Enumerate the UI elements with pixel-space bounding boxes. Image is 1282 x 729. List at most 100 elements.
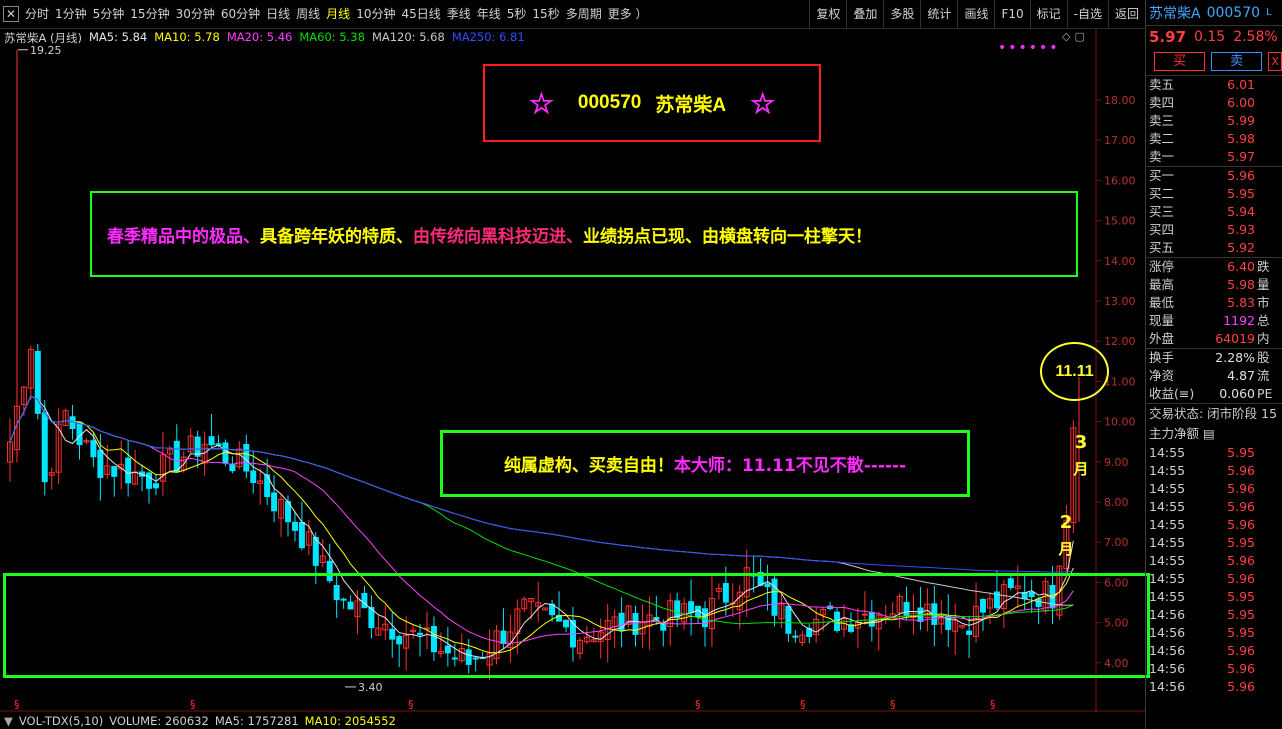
quote-row-value: 5.99 bbox=[1227, 113, 1255, 128]
quote-row: 买三 5.94 bbox=[1146, 203, 1282, 221]
disclaimer-part: 本大师：11.11不见不散------ bbox=[673, 456, 907, 476]
period-tab[interactable]: 5分钟 bbox=[90, 0, 128, 29]
period-tab[interactable]: 周线 bbox=[293, 0, 323, 29]
tick-time: 14:56 bbox=[1149, 607, 1186, 622]
month-2-number: 2 bbox=[1059, 512, 1073, 533]
volume-indicator-item: MA5: 1757281 bbox=[214, 713, 299, 728]
quote-row: 卖一 5.97 bbox=[1146, 148, 1282, 166]
candle-body bbox=[250, 470, 257, 483]
tick-price: 5.95 bbox=[1227, 535, 1255, 550]
title-box: ☆ 000570 苏常柴A ☆ bbox=[483, 64, 821, 142]
toolbar-action-button[interactable]: -自选 bbox=[1066, 0, 1108, 29]
buy-button[interactable]: 买 bbox=[1154, 52, 1206, 71]
quote-row-label: 最高 bbox=[1149, 277, 1175, 292]
close-trade-button[interactable]: X bbox=[1268, 52, 1282, 71]
period-tab[interactable]: 季线 bbox=[444, 0, 474, 29]
tick-row: 14:55 5.96 bbox=[1146, 570, 1282, 588]
period-tab[interactable]: 15秒 bbox=[529, 0, 562, 29]
period-tab[interactable]: 日线 bbox=[263, 0, 293, 29]
quote-row: 最低 5.83 市 bbox=[1146, 294, 1282, 312]
tick-time: 14:55 bbox=[1149, 517, 1186, 532]
period-tab[interactable]: 多周期 bbox=[563, 0, 605, 29]
title-code: 000570 bbox=[577, 92, 642, 113]
quote-price-row: 5.97 0.15 2.58% bbox=[1146, 26, 1282, 48]
main-flow-label: 主力净额 bbox=[1149, 426, 1200, 441]
main-flow-header[interactable]: 主力净额 ▤ bbox=[1146, 424, 1282, 444]
toolbar-action-button[interactable]: 统计 bbox=[920, 0, 957, 29]
candle-body bbox=[76, 421, 83, 446]
tick-price: 5.96 bbox=[1227, 481, 1255, 496]
toolbar-action-button[interactable]: 画线 bbox=[957, 0, 994, 29]
toolbar-action-button[interactable]: 叠加 bbox=[846, 0, 883, 29]
period-tab[interactable]: 60分钟 bbox=[218, 0, 263, 29]
tick-price: 5.95 bbox=[1227, 607, 1255, 622]
volume-indicator-bar: ▼ VOL-TDX(5,10) VOLUME: 260632 MA5: 175728… bbox=[0, 712, 1145, 729]
quote-code-suffix: L bbox=[1266, 7, 1272, 18]
last-price: 5.97 bbox=[1149, 28, 1187, 46]
price-change-pct: 2.58% bbox=[1233, 29, 1278, 45]
period-tab[interactable]: 15分钟 bbox=[127, 0, 172, 29]
quote-row-label: 收益(≡) bbox=[1149, 386, 1195, 401]
period-tab[interactable]: 10分钟 bbox=[353, 0, 398, 29]
consolidation-box bbox=[3, 573, 1150, 678]
quote-stats: 涨停 6.40 跌最高 5.98 量最低 5.83 市现量 1192 总外盘 64019 内 bbox=[1146, 258, 1282, 348]
candle-body bbox=[298, 521, 305, 549]
period-tab[interactable]: 月线 bbox=[323, 0, 353, 29]
quote-row-label: 现量 bbox=[1149, 313, 1175, 328]
quote-row: 现量 1192 总 bbox=[1146, 312, 1282, 330]
tick-time: 14:55 bbox=[1149, 571, 1186, 586]
tick-time: 14:56 bbox=[1149, 643, 1186, 658]
slogan-part: 春季精品中的极品、 bbox=[107, 226, 260, 247]
price-axis-label: 16.00 bbox=[1104, 174, 1136, 187]
quote-row-value: 5.83 bbox=[1227, 295, 1255, 310]
quote-row-label: 卖四 bbox=[1149, 95, 1175, 110]
period-tab[interactable]: 5秒 bbox=[504, 0, 530, 29]
period-tab[interactable]: 45日线 bbox=[398, 0, 443, 29]
period-tab[interactable]: 1分钟 bbox=[52, 0, 90, 29]
volume-indicator-item: MA10: 2054552 bbox=[304, 713, 396, 728]
quote-row: 收益(≡) 0.060 PE bbox=[1146, 385, 1282, 403]
period-tab[interactable]: 30分钟 bbox=[173, 0, 218, 29]
toolbar-action-button[interactable]: 标记 bbox=[1029, 0, 1067, 29]
toolbar-action-button[interactable]: 返回 bbox=[1107, 0, 1145, 29]
toolbar-actions: 复权 叠加 多股 统计 画线 F10 标记 -自选 返回 bbox=[809, 0, 1145, 29]
candle-body bbox=[243, 444, 250, 472]
period-tab[interactable]: 更多 ） bbox=[605, 0, 651, 29]
quote-row: 买四 5.93 bbox=[1146, 221, 1282, 239]
tick-price: 5.95 bbox=[1227, 445, 1255, 460]
tick-row: 14:55 5.96 bbox=[1146, 552, 1282, 570]
price-change: 0.15 bbox=[1194, 29, 1226, 45]
tick-row: 14:56 5.95 bbox=[1146, 624, 1282, 642]
quote-row: 买五 5.92 bbox=[1146, 239, 1282, 257]
quote-row-ext: 市 bbox=[1257, 295, 1270, 310]
quote-code: 000570 bbox=[1206, 4, 1261, 21]
quote-row-value: 5.97 bbox=[1227, 149, 1255, 164]
period-tab[interactable]: 分时 bbox=[22, 0, 52, 29]
quote-row: 卖二 5.98 bbox=[1146, 130, 1282, 148]
collapse-icon[interactable]: ▼ bbox=[4, 714, 13, 728]
quote-row: 卖五 6.01 bbox=[1146, 76, 1282, 94]
candle-body bbox=[152, 483, 159, 489]
price-axis-label: 17.00 bbox=[1104, 134, 1136, 147]
quote-row-ext: 内 bbox=[1257, 331, 1270, 346]
quote-row-label: 净资 bbox=[1149, 368, 1175, 383]
quote-panel: 苏常柴A 000570 L 5.97 0.15 2.58% 买 卖 X 卖五 6.… bbox=[1145, 0, 1282, 729]
volume-indicator-item: VOLUME: 260632 bbox=[109, 713, 209, 728]
tick-row: 14:55 5.96 bbox=[1146, 462, 1282, 480]
toolbar-action-button[interactable]: F10 bbox=[994, 0, 1029, 29]
sell-button[interactable]: 卖 bbox=[1211, 52, 1263, 71]
tick-price: 5.96 bbox=[1227, 679, 1255, 694]
target-circle: 11.11 bbox=[1040, 342, 1109, 401]
month-3-unit: 月 bbox=[1073, 460, 1089, 478]
quote-row-label: 卖三 bbox=[1149, 113, 1175, 128]
candle-body bbox=[97, 449, 104, 478]
toolbar-action-button[interactable]: 复权 bbox=[809, 0, 846, 29]
month-3-number: 3 bbox=[1074, 432, 1088, 453]
quote-row-value: 6.00 bbox=[1227, 95, 1255, 110]
tick-row: 14:55 5.96 bbox=[1146, 498, 1282, 516]
period-tab[interactable]: 年线 bbox=[474, 0, 504, 29]
close-icon[interactable]: ✕ bbox=[3, 6, 19, 22]
quote-row-label: 外盘 bbox=[1149, 331, 1175, 346]
tick-row: 14:55 5.96 bbox=[1146, 516, 1282, 534]
toolbar-action-button[interactable]: 多股 bbox=[883, 0, 920, 29]
